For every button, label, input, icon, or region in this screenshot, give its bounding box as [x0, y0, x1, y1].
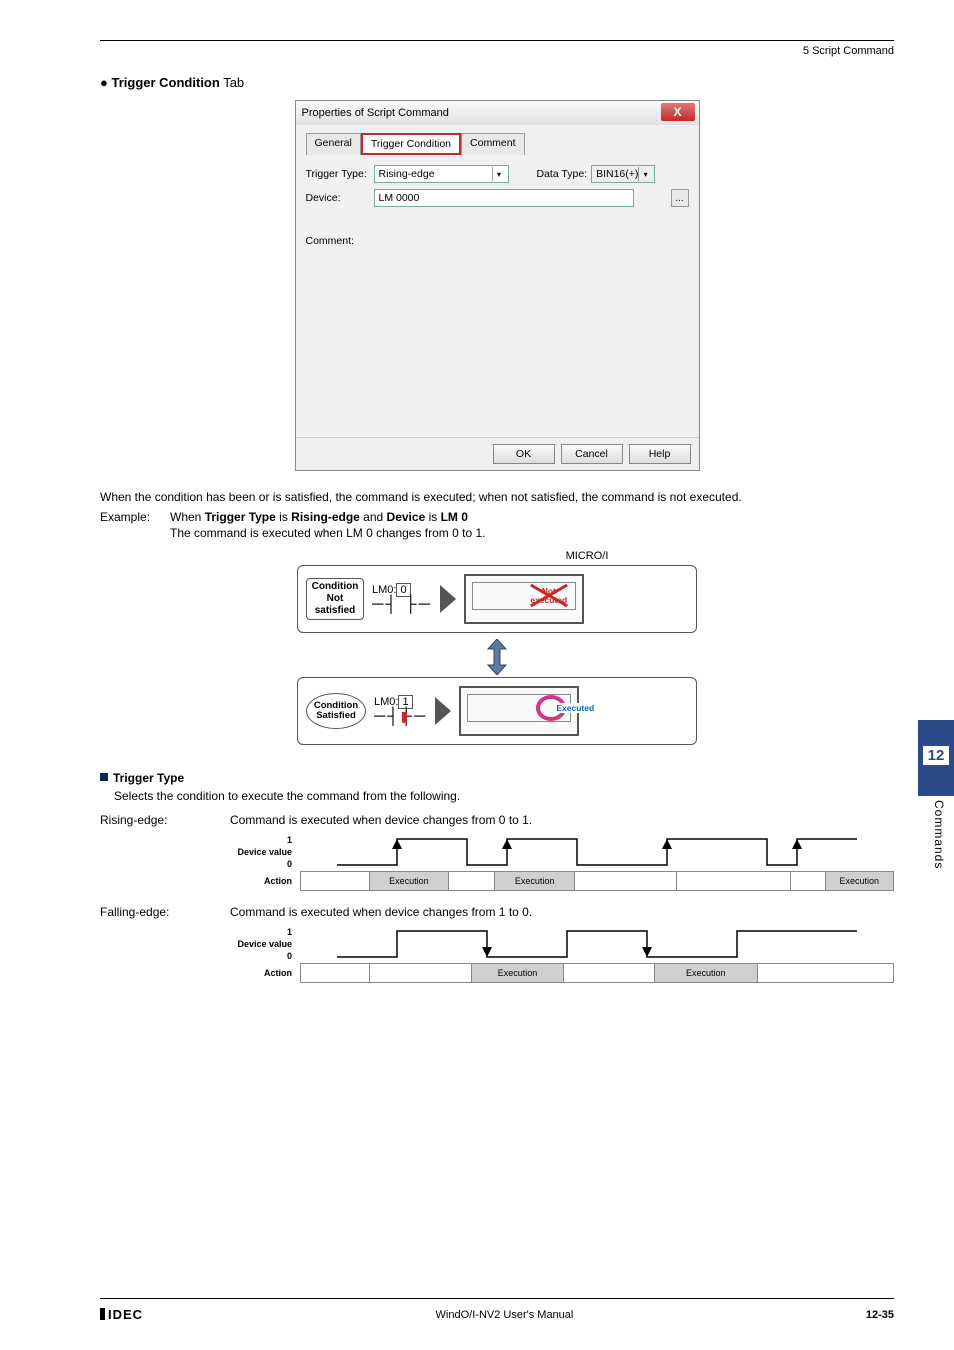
heading-bullet: ●: [100, 75, 108, 90]
tab-comment[interactable]: Comment: [461, 133, 525, 155]
label-comment: Comment:: [306, 235, 689, 247]
example-line1: When Trigger Type is Rising-edge and Dev…: [170, 510, 468, 524]
footer-page: 12-35: [866, 1309, 894, 1321]
heading-bold: Trigger Condition: [111, 75, 219, 90]
condition-satisfied-circle: Condition Satisfied: [306, 693, 366, 729]
label-data-type: Data Type:: [537, 168, 588, 180]
screen-not-executed: Not executed: [464, 574, 584, 624]
chapter-text: Commands: [932, 800, 946, 869]
label-trigger-type: Trigger Type:: [306, 168, 374, 180]
condition-not-satisfied-box: Condition Not satisfied: [306, 578, 364, 620]
state-satisfied: Condition Satisfied LM0:1 ─┤▮├─ Executed: [297, 677, 697, 745]
screen-executed: Executed: [459, 686, 579, 736]
dialog-titlebar[interactable]: Properties of Script Command X: [296, 101, 699, 125]
device-browse-button[interactable]: ...: [671, 189, 689, 207]
dialog-properties: Properties of Script Command X General T…: [295, 100, 700, 471]
trigger-type-value: Rising-edge: [379, 168, 435, 180]
falling-edge-label: Falling-edge:: [100, 905, 230, 919]
data-type-value: BIN16(+): [596, 168, 638, 180]
data-type-dropdown[interactable]: BIN16(+) ▾: [591, 165, 655, 183]
arrow-right-icon: [440, 585, 456, 613]
not-executed-badge: Not executed: [527, 581, 571, 611]
arrow-right-icon: [435, 697, 451, 725]
executed-badge: Executed: [536, 695, 566, 721]
micro-label: MICRO/I: [477, 550, 697, 562]
heading-trigger-type: Trigger Type: [100, 771, 894, 785]
heading-trigger-condition-tab: ● Trigger Condition Tab: [100, 75, 894, 90]
chevron-down-icon: ▾: [638, 167, 652, 181]
chevron-down-icon: ▾: [492, 167, 506, 181]
chapter-tab: 12: [918, 720, 954, 796]
cancel-button[interactable]: Cancel: [561, 444, 623, 464]
example-label: Example:: [100, 510, 170, 524]
state-diagram: MICRO/I Condition Not satisfied LM0:0 ─┤…: [297, 550, 697, 751]
dialog-title: Properties of Script Command: [302, 107, 449, 119]
falling-edge-desc: Command is executed when device changes …: [230, 905, 532, 919]
ok-button[interactable]: OK: [493, 444, 555, 464]
footer-title: WindO/I-NV2 User's Manual: [436, 1309, 574, 1321]
rising-edge-diagram: 1 Device value 0 Action Execution Execut…: [230, 835, 894, 891]
falling-edge-diagram: 1 Device value 0 Action Execution Execut…: [230, 927, 894, 983]
chapter-number: 12: [922, 745, 951, 766]
updown-arrow-icon: [297, 639, 697, 675]
help-button[interactable]: Help: [629, 444, 691, 464]
rising-edge-label: Rising-edge:: [100, 813, 230, 827]
example-line2: The command is executed when LM 0 change…: [170, 526, 486, 540]
tab-general[interactable]: General: [306, 133, 361, 155]
explanation-p1: When the condition has been or is satisf…: [100, 489, 894, 506]
heading-suffix: Tab: [220, 75, 244, 90]
label-device: Device:: [306, 192, 374, 204]
trigger-type-desc: Selects the condition to execute the com…: [114, 789, 894, 803]
tab-trigger-condition[interactable]: Trigger Condition: [361, 133, 461, 155]
state-not-satisfied: Condition Not satisfied LM0:0 ─┤ ├─ Not …: [297, 565, 697, 633]
trigger-type-dropdown[interactable]: Rising-edge ▾: [374, 165, 509, 183]
close-button[interactable]: X: [661, 103, 695, 121]
header-section: 5 Script Command: [100, 45, 894, 57]
footer-brand: IDEC: [100, 1307, 143, 1322]
rising-edge-desc: Command is executed when device changes …: [230, 813, 532, 827]
device-input[interactable]: LM 0000: [374, 189, 634, 207]
